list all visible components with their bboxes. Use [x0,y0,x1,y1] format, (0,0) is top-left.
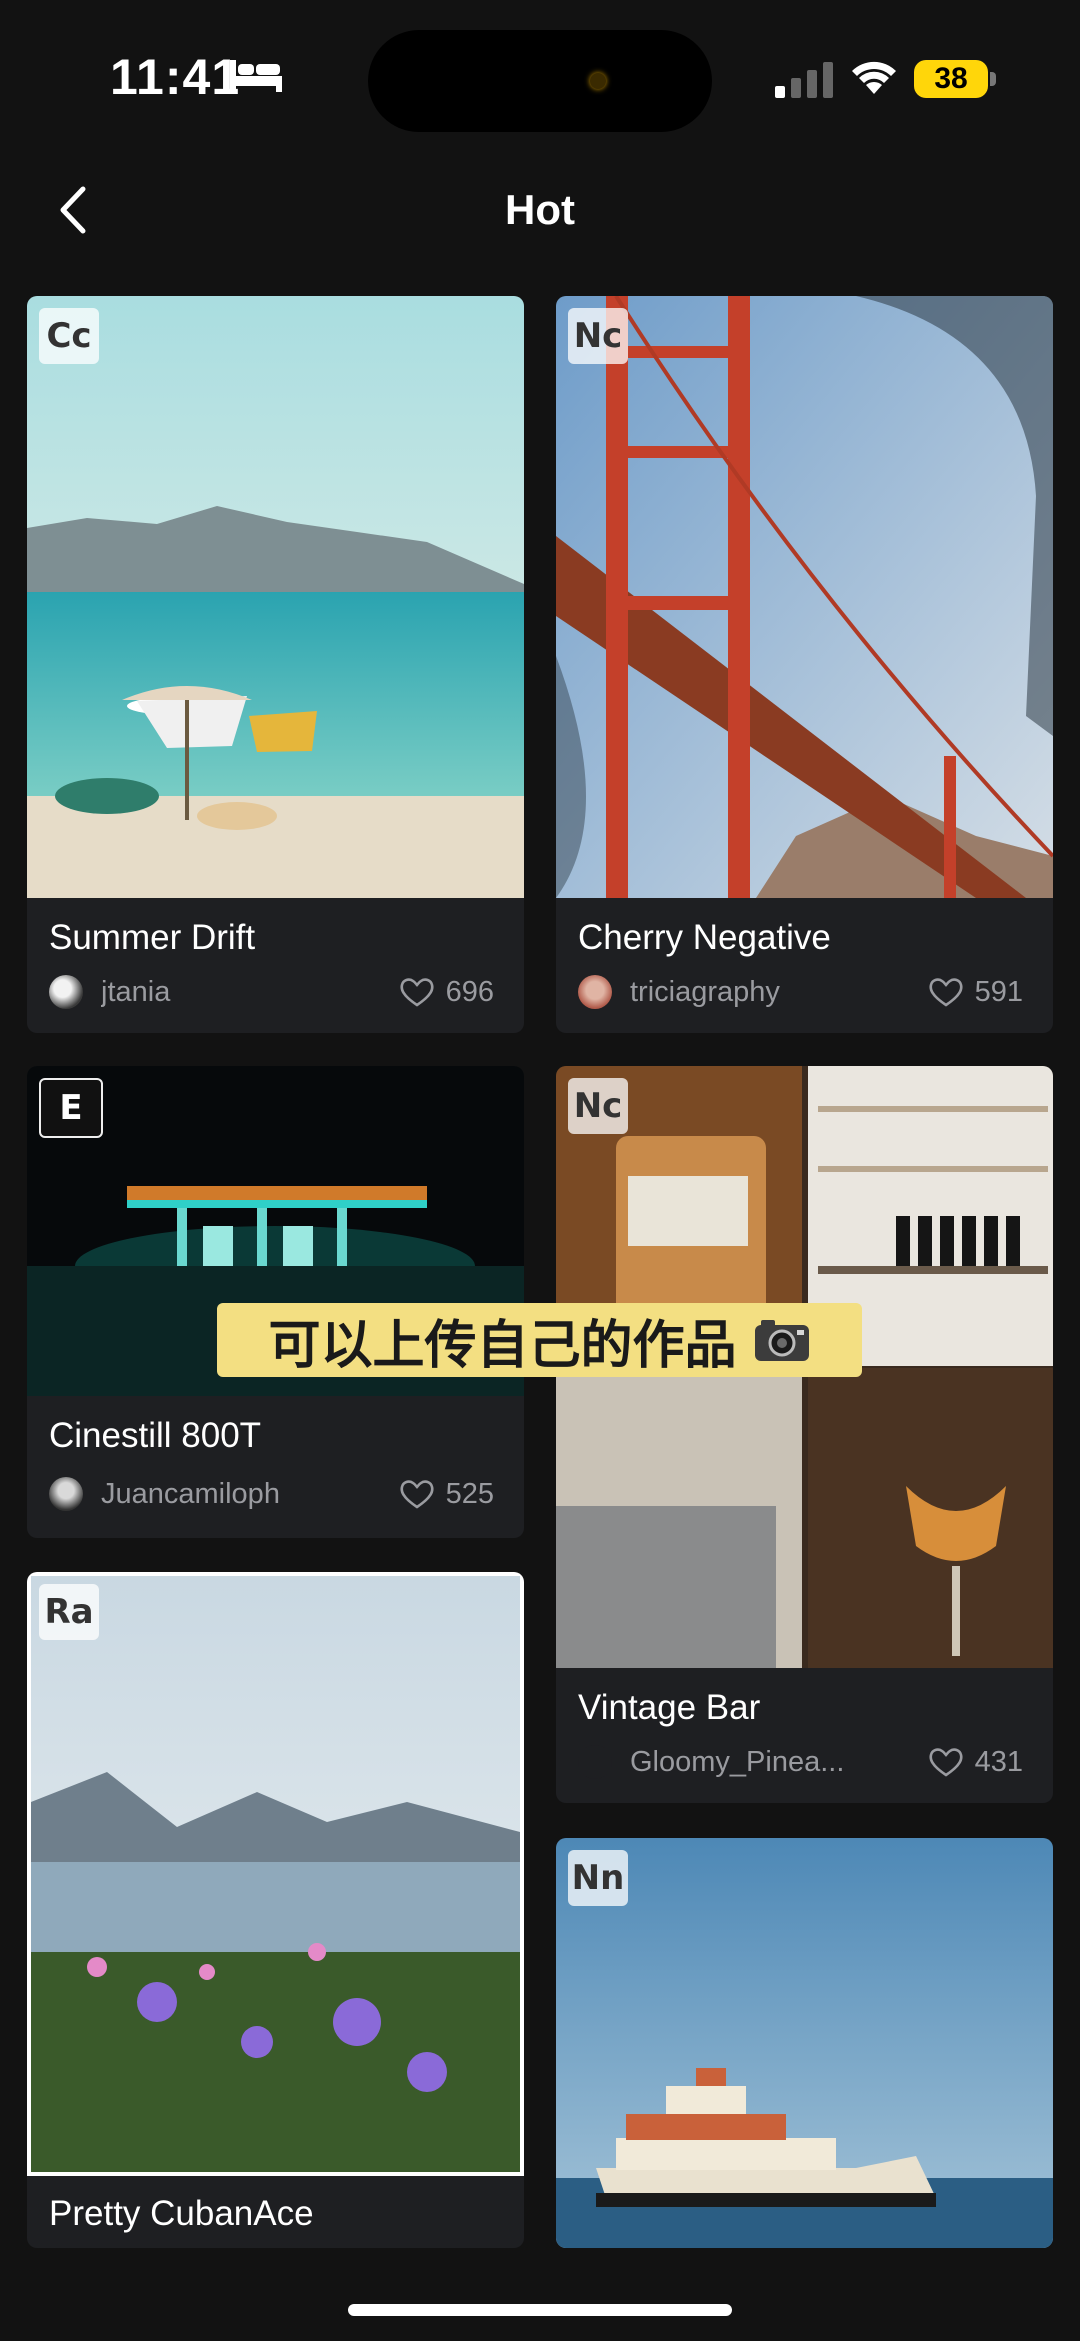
sleep-focus-icon [230,60,282,92]
like-count[interactable]: 525 [400,1478,494,1511]
caption-text: 可以上传自己的作品 [268,1315,737,1376]
heart-icon [929,1748,963,1777]
author-name[interactable]: Gloomy_Pinea... [630,1746,929,1779]
preset-card[interactable]: Ra Pretty CubanAce [27,1572,524,2248]
clock: 11:41 [110,49,241,105]
heart-icon [400,978,434,1007]
author-avatar [49,975,83,1009]
preset-photo [556,296,1053,898]
filter-type-badge: Cc [39,308,99,364]
battery-cap [990,72,996,86]
battery-level: 38 [914,60,988,98]
preset-photo [27,1572,524,2176]
cellular-signal-icon [775,62,833,98]
preset-card[interactable]: Cc Summer Drift jtania 696 [27,296,524,1033]
filter-type-badge: Ra [39,1584,99,1640]
author-avatar [49,1477,83,1511]
author-row: triciagraphy 591 [578,970,1023,1014]
like-count[interactable]: 431 [929,1746,1023,1779]
filter-type-badge: Nc [568,308,628,364]
author-name[interactable]: Juancamiloph [101,1478,400,1511]
preset-name: Cherry Negative [578,918,831,957]
preset-card[interactable]: Nc Vintage Bar Gloomy_Pinea... 431 [556,1066,1053,1803]
camera-icon [754,1320,809,1361]
preset-photo [27,296,524,898]
preset-card[interactable]: Nc Cherry Negative triciagraphy 591 [556,296,1053,1033]
likes-value: 431 [974,1745,1023,1778]
author-name[interactable]: jtania [101,976,400,1009]
author-avatar [578,1745,612,1779]
home-indicator[interactable] [348,2304,732,2316]
preset-name: Cinestill 800T [49,1416,262,1455]
like-count[interactable]: 696 [400,976,494,1009]
page-title: Hot [505,186,575,233]
preset-name: Summer Drift [49,918,256,957]
filter-type-badge: E [39,1078,103,1138]
preset-card[interactable]: Nn [556,1838,1053,2248]
preset-name: Pretty CubanAce [49,2194,314,2233]
status-bar: 11:41 38 [0,0,1080,150]
heart-icon [400,1480,434,1509]
author-avatar [578,975,612,1009]
likes-value: 696 [445,975,494,1008]
dynamic-island [368,30,712,132]
preset-photo [556,1838,1053,2248]
likes-value: 525 [445,1477,494,1510]
camera-indicator [590,73,606,89]
author-row: Gloomy_Pinea... 431 [578,1740,1023,1784]
filter-type-badge: Nn [568,1850,628,1906]
filter-type-badge: Nc [568,1078,628,1134]
subtitle-caption: 可以上传自己的作品 [217,1303,862,1377]
preset-name: Vintage Bar [578,1688,761,1727]
likes-value: 591 [974,975,1023,1008]
like-count[interactable]: 591 [929,976,1023,1009]
author-row: jtania 696 [49,970,494,1014]
heart-icon [929,978,963,1007]
author-row: Juancamiloph 525 [49,1472,494,1516]
wifi-icon [852,61,896,94]
author-name[interactable]: triciagraphy [630,976,929,1009]
navigation-bar: Hot [0,150,1080,270]
